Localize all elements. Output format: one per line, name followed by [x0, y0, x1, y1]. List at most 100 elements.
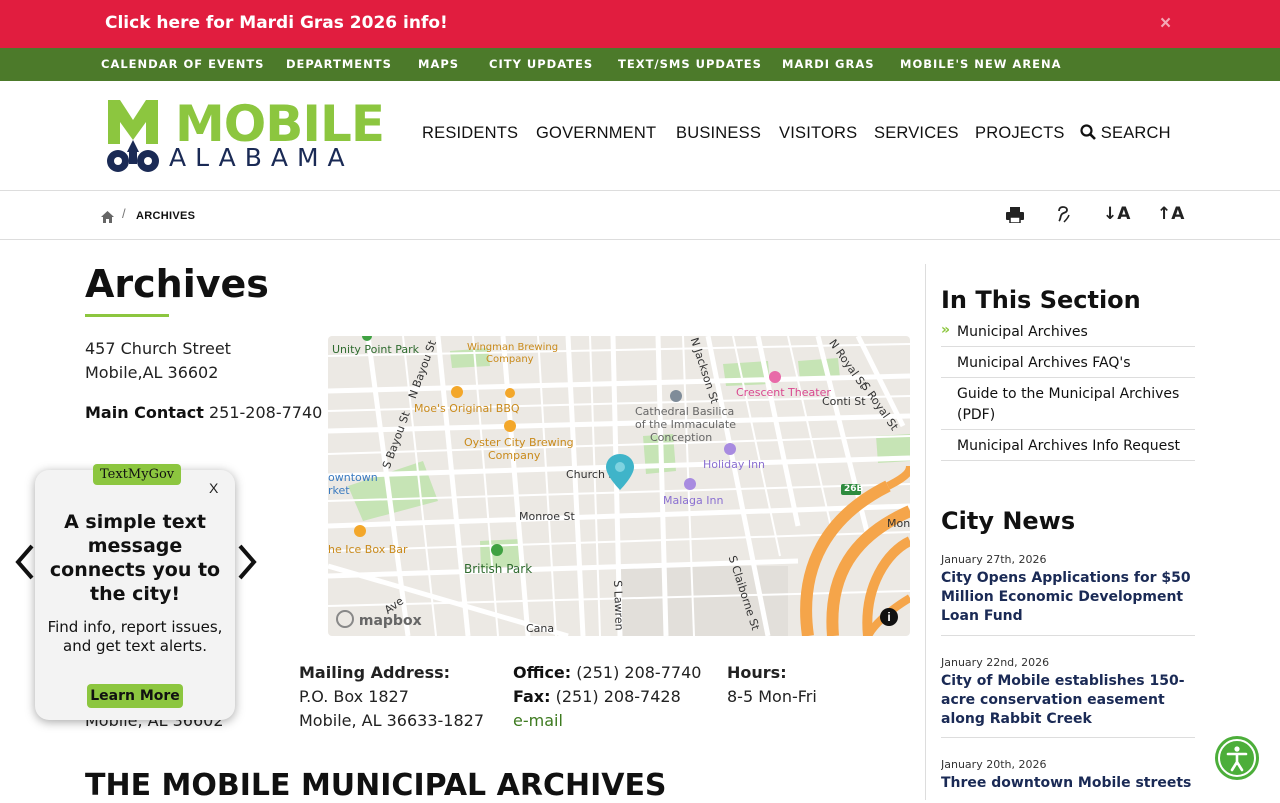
news-date: January 20th, 2026 [941, 758, 1047, 771]
news-item[interactable]: January 27th, 2026 City Opens Applicatio… [941, 553, 1195, 636]
sidebar-link-guide[interactable]: Guide to the Municipal Archives (PDF) [941, 384, 1195, 430]
map-label-cathedral-2: of the Immaculate [635, 418, 736, 431]
learn-more-button[interactable]: Learn More [87, 684, 183, 708]
logo-text-alabama: ALABAMA [169, 143, 354, 172]
sidebar-link-label: Municipal Archives Info Request [957, 438, 1181, 454]
mapbox-logo[interactable]: mapbox [336, 610, 422, 629]
office-number[interactable]: (251) 208-7740 [576, 663, 701, 682]
hours-label: Hours: [727, 663, 787, 682]
page-title: Archives [85, 262, 269, 306]
map-label-conti: Conti St [822, 395, 866, 408]
map-route-shield: 26B [844, 484, 864, 494]
breadcrumb-current: ARCHIVES [136, 210, 196, 222]
mailing-line2: Mobile, AL 36633-1827 [299, 711, 484, 730]
news-date: January 27th, 2026 [941, 553, 1047, 566]
topnav-city-updates[interactable]: CITY UPDATES [489, 57, 593, 71]
sidebar-link-municipal-archives[interactable]: » Municipal Archives [941, 322, 1195, 347]
map-label-cana: Cana [526, 622, 555, 635]
topnav-departments[interactable]: DEPARTMENTS [286, 57, 392, 71]
map-pin-icon[interactable] [606, 454, 634, 490]
map-label-moes: Moe's Original BBQ [414, 402, 520, 415]
accessibility-icon [1218, 739, 1256, 777]
section-heading: THE MOBILE MUNICIPAL ARCHIVES [85, 768, 667, 803]
city-address: Mobile,AL 36602 [85, 363, 219, 382]
map-label-wingman: Wingman Brewing [467, 342, 559, 353]
font-increase-button[interactable]: ↑A [1157, 204, 1184, 224]
popup-close-button[interactable]: X [209, 480, 218, 496]
main-contact: Main Contact 251-208-7740 [85, 403, 322, 422]
map-label-downtown: owntown [328, 471, 378, 484]
site-logo[interactable]: MOBILE ALABAMA [105, 95, 385, 176]
font-decrease-button[interactable]: ↓A [1103, 204, 1130, 224]
chevron-right-icon[interactable] [238, 544, 258, 580]
news-item[interactable]: January 20th, 2026 Three downtown Mobile… [941, 758, 1195, 800]
nav-services[interactable]: SERVICES [874, 124, 959, 143]
nav-residents[interactable]: RESIDENTS [422, 124, 518, 143]
map-label-wingman-2: Company [486, 354, 534, 365]
map-label-british: British Park [464, 562, 533, 576]
map-label-malaga: Malaga Inn [663, 494, 724, 507]
breadcrumb: / ARCHIVES ↓A ↑A [0, 191, 1280, 240]
mailing-line1: P.O. Box 1827 [299, 687, 409, 706]
news-item[interactable]: January 22nd, 2026 City of Mobile establ… [941, 656, 1195, 738]
news-title[interactable]: City Opens Applications for $50 Million … [941, 569, 1195, 626]
top-utility-nav: CALENDAR OF EVENTS DEPARTMENTS MAPS CITY… [0, 48, 1280, 81]
topnav-calendar[interactable]: CALENDAR OF EVENTS [101, 57, 264, 71]
site-header: MOBILE ALABAMA RESIDENTS GOVERNMENT BUSI… [0, 81, 1280, 191]
chevron-left-icon[interactable] [14, 544, 34, 580]
news-title[interactable]: Three downtown Mobile streets [941, 774, 1195, 793]
sidebar-link-label: Municipal Archives FAQ's [957, 355, 1131, 371]
office-phone: Office: (251) 208-7740 [513, 663, 701, 682]
accessibility-button[interactable] [1215, 736, 1259, 780]
audio-listen-icon[interactable] [1054, 206, 1072, 224]
email-link[interactable]: e-mail [513, 711, 563, 730]
sidebar-link-info-request[interactable]: Municipal Archives Info Request [941, 436, 1195, 461]
topnav-text-sms[interactable]: TEXT/SMS UPDATES [618, 57, 762, 71]
map-label-mon: Mon [887, 517, 910, 530]
mailing-label: Mailing Address: [299, 663, 451, 682]
map-label-downtown-2: rket [328, 484, 350, 497]
sidebar-link-label: Guide to the Municipal Archives (PDF) [957, 386, 1180, 423]
main-contact-label: Main Contact [85, 403, 204, 422]
nav-projects[interactable]: PROJECTS [975, 124, 1065, 143]
sidebar-divider [925, 264, 926, 800]
main-contact-phone[interactable]: 251-208-7740 [209, 403, 322, 422]
nav-government[interactable]: GOVERNMENT [536, 124, 656, 143]
map-label-oyster: Oyster City Brewing [464, 436, 574, 449]
map-label-crescent: Crescent Theater [736, 386, 831, 399]
alert-banner[interactable]: Click here for Mardi Gras 2026 info! × [0, 0, 1280, 48]
map-label-lawrence: S Lawren [611, 580, 626, 631]
fax-label: Fax: [513, 687, 551, 706]
office-label: Office: [513, 663, 572, 682]
city-emblem-icon [107, 100, 159, 172]
topnav-mardi-gras[interactable]: MARDI GRAS [782, 57, 875, 71]
print-icon[interactable] [1006, 207, 1024, 223]
alert-link[interactable]: Click here for Mardi Gras 2026 info! [105, 13, 448, 33]
sidebar-link-label: Municipal Archives [957, 324, 1088, 340]
map-label-monroe: Monroe St [519, 510, 575, 523]
topnav-maps[interactable]: MAPS [418, 57, 459, 71]
fax-number: (251) 208-7428 [555, 687, 681, 706]
home-icon[interactable] [101, 211, 114, 223]
topnav-new-arena[interactable]: MOBILE'S NEW ARENA [900, 57, 1062, 71]
map-label-unity: Unity Point Park [332, 343, 419, 356]
info-icon[interactable]: i [880, 608, 898, 626]
map-label-cathedral-3: Conception [650, 431, 713, 444]
map-label-oyster-2: Company [488, 449, 541, 462]
map-label-cathedral: Cathedral Basilica [635, 405, 735, 418]
fax-phone: Fax: (251) 208-7428 [513, 687, 681, 706]
nav-business[interactable]: BUSINESS [676, 124, 761, 143]
map-label-holiday: Holiday Inn [703, 458, 766, 471]
nav-search[interactable]: SEARCH [1080, 124, 1171, 143]
city-news-heading: City News [941, 507, 1076, 535]
news-title[interactable]: City of Mobile establishes 150-acre cons… [941, 672, 1195, 729]
sidebar-link-faqs[interactable]: Municipal Archives FAQ's [941, 353, 1195, 378]
nav-visitors[interactable]: VISITORS [779, 124, 857, 143]
map-label-icebox: he Ice Box Bar [328, 543, 408, 556]
popup-body: Find info, report issues, and get text a… [47, 618, 223, 655]
street-address: 457 Church Street [85, 339, 231, 358]
location-map[interactable]: Unity Point Park Wingman Brewing Company… [328, 336, 910, 636]
breadcrumb-separator: / [122, 206, 126, 221]
close-icon[interactable]: × [1160, 13, 1171, 35]
hours-value: 8-5 Mon-Fri [727, 687, 817, 706]
